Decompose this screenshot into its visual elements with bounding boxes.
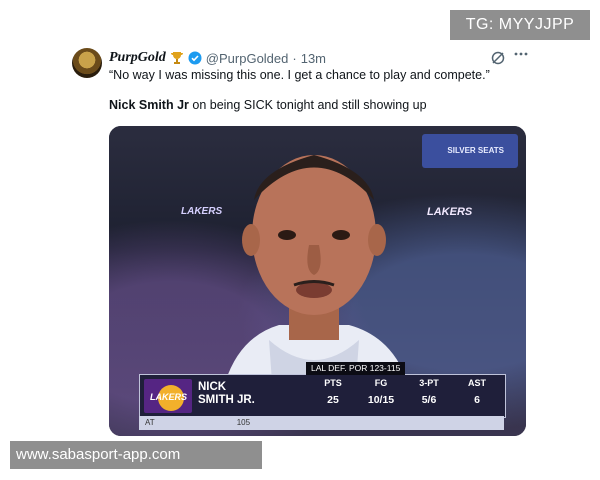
stat-label: FG [374, 378, 388, 388]
tweet-media-image[interactable]: SILVER SEATS LAKERS LAKERS LAL DEF. POR … [109, 126, 526, 436]
stat-label: PTS [324, 378, 342, 388]
stat-fg: FG 10/15 [358, 378, 404, 406]
tweet-text: “No way I was missing this one. I get a … [109, 68, 490, 82]
tweet-caption: Nick Smith Jr on being SICK tonight and … [109, 98, 427, 112]
tweet-header: PurpGold @PurpGolded · 13m [109, 48, 326, 68]
score-graphic: LAL DEF. POR 123-115 LAKERS NICK SMITH J… [139, 362, 506, 418]
score-header: LAL DEF. POR 123-115 [306, 362, 406, 375]
arena-logo-right: LAKERS [427, 206, 473, 218]
avatar[interactable] [72, 48, 102, 78]
more-icon[interactable] [512, 46, 530, 64]
stat-ast: AST 6 [454, 378, 500, 406]
watermark-top: TG: MYYJJPP [450, 10, 590, 40]
stat-label: AST [468, 378, 486, 388]
bottom-left-text: AT [145, 418, 155, 427]
caption-player-name: Nick Smith Jr [109, 98, 189, 112]
stat-value: 10/15 [367, 394, 395, 406]
player-last-name: SMITH JR. [198, 394, 255, 406]
separator-dot: · [292, 50, 297, 66]
player-name: NICK SMITH JR. [198, 381, 255, 407]
stat-value: 25 [327, 394, 339, 406]
stat-value: 6 [474, 394, 480, 406]
stat-3pt: 3-PT 5/6 [406, 378, 452, 406]
grok-icon[interactable] [490, 50, 506, 66]
handle[interactable]: @PurpGolded [206, 51, 289, 66]
caption-rest: on being SICK tonight and still showing … [188, 98, 427, 112]
stat-pts: PTS 25 [310, 378, 356, 406]
watermark-bottom: www.sabasport-app.com [10, 441, 262, 469]
team-logo-text: LAKERS [150, 392, 188, 402]
display-name[interactable]: PurpGold [109, 50, 166, 66]
lakers-logo: LAKERS [144, 379, 192, 413]
timestamp[interactable]: 13m [301, 51, 326, 66]
trophy-icon [170, 52, 183, 64]
stat-label: 3-PT [419, 378, 439, 388]
arena-banner-text: SILVER SEATS [447, 146, 504, 155]
ellipsis-icon [514, 52, 528, 56]
bottom-mid-text: 105 [236, 418, 251, 427]
score-bottom-strip: AT 105 [139, 416, 504, 430]
stat-value: 5/6 [421, 394, 437, 406]
player-first-name: NICK [198, 381, 227, 393]
verified-badge-icon [188, 51, 202, 65]
